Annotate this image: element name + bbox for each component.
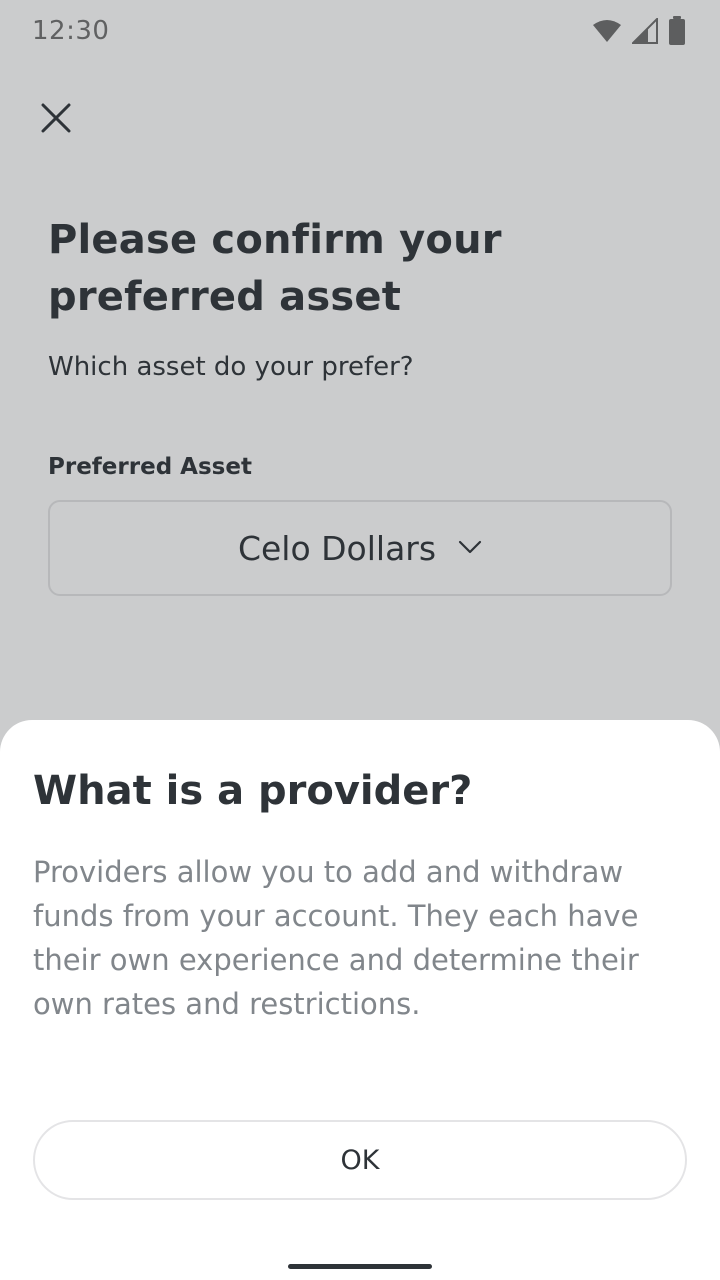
- ok-button[interactable]: OK: [33, 1120, 687, 1200]
- provider-info-sheet: What is a provider? Providers allow you …: [0, 720, 720, 1280]
- sheet-body-text: Providers allow you to add and withdraw …: [33, 855, 639, 1021]
- home-indicator[interactable]: [288, 1264, 432, 1269]
- sheet-title: What is a provider?: [33, 768, 473, 814]
